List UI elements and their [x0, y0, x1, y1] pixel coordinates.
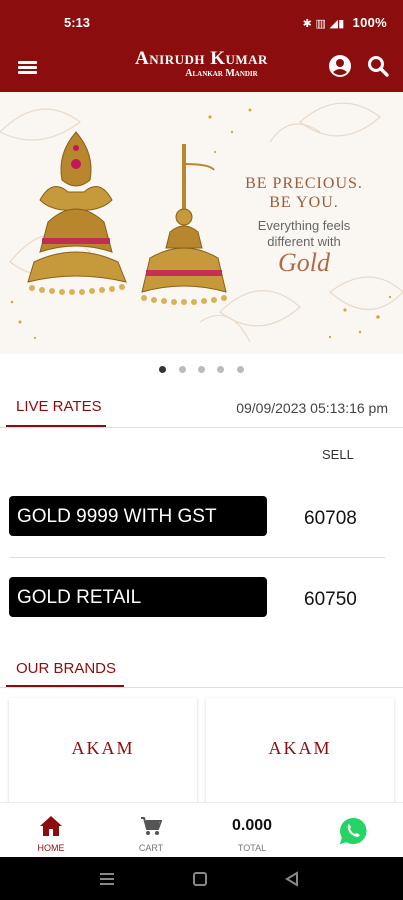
system-nav-bar	[0, 857, 403, 900]
total-value: 0.000	[231, 817, 273, 834]
user-account-icon[interactable]	[327, 53, 353, 79]
divider	[0, 687, 403, 688]
carousel-indicator	[0, 360, 403, 373]
status-bar: 5:13 ✱ ▥ ◢▮ 100%	[0, 0, 403, 44]
banner-tagline: Everything feels different with	[257, 218, 351, 249]
carousel-dot[interactable]	[236, 366, 244, 373]
banner-script-text: Gold	[278, 248, 330, 277]
nav-total-label: TOTAL	[237, 843, 267, 853]
app-header: Anirudh Kumar Alankar Mandir	[0, 44, 403, 92]
rate-sell-value: 60750	[304, 589, 357, 610]
brand-name: AKAM	[268, 738, 332, 758]
bottom-nav: HOME CART 0.000 TOTAL	[0, 802, 403, 857]
home-icon	[40, 816, 62, 836]
search-icon[interactable]	[365, 53, 391, 79]
whatsapp-icon	[340, 817, 367, 844]
nav-cart[interactable]: CART	[111, 803, 191, 858]
nav-home-label: HOME	[37, 843, 65, 853]
banner-headline-2: BE YOU.	[269, 194, 339, 211]
divider	[0, 427, 403, 428]
tab-our-brands[interactable]: OUR BRANDS	[6, 655, 124, 687]
rates-timestamp: 09/09/2023 05:13:16 pm	[236, 400, 388, 416]
carousel-dot[interactable]	[178, 366, 186, 373]
back-icon[interactable]	[285, 871, 298, 887]
rate-sell-value: 60708	[304, 508, 357, 529]
battery-level: 100%	[352, 15, 387, 30]
status-time: 5:13	[64, 15, 91, 30]
brand-name: AKAM	[71, 738, 135, 758]
recents-icon[interactable]	[100, 873, 114, 885]
status-right: ✱ ▥ ◢▮ 100%	[303, 15, 387, 30]
divider	[10, 557, 385, 558]
brand-card[interactable]: AKAM	[206, 698, 394, 808]
nav-whatsapp[interactable]	[313, 803, 393, 858]
home-system-icon[interactable]	[193, 872, 207, 886]
banner-headline-1: BE PRECIOUS.	[245, 175, 363, 192]
banner-text: BE PRECIOUS. BE YOU. Everything feels di…	[234, 174, 374, 278]
promo-banner[interactable]: BE PRECIOUS. BE YOU. Everything feels di…	[0, 92, 403, 354]
rate-label: GOLD RETAIL	[9, 577, 267, 617]
carousel-dot[interactable]	[159, 366, 167, 373]
rate-label: GOLD 9999 WITH GST	[9, 496, 267, 536]
carousel-dot[interactable]	[198, 366, 205, 373]
nav-home[interactable]: HOME	[11, 803, 91, 858]
tab-live-rates-label: LIVE RATES	[16, 398, 102, 415]
tab-our-brands-label: OUR BRANDS	[16, 660, 117, 677]
tab-live-rates[interactable]: LIVE RATES	[6, 393, 106, 427]
rate-row: GOLD RETAIL 60750	[0, 575, 403, 635]
nav-cart-label: CART	[138, 843, 164, 853]
rate-row: GOLD 9999 WITH GST 60708	[0, 494, 403, 554]
sell-column-header: SELL	[322, 447, 354, 462]
nav-total[interactable]: 0.000 TOTAL	[212, 803, 292, 858]
signal-icon: ✱ ▥ ◢▮	[302, 18, 345, 30]
brand-card[interactable]: AKAM	[9, 698, 197, 808]
carousel-dot[interactable]	[217, 366, 225, 373]
cart-icon	[141, 817, 162, 835]
